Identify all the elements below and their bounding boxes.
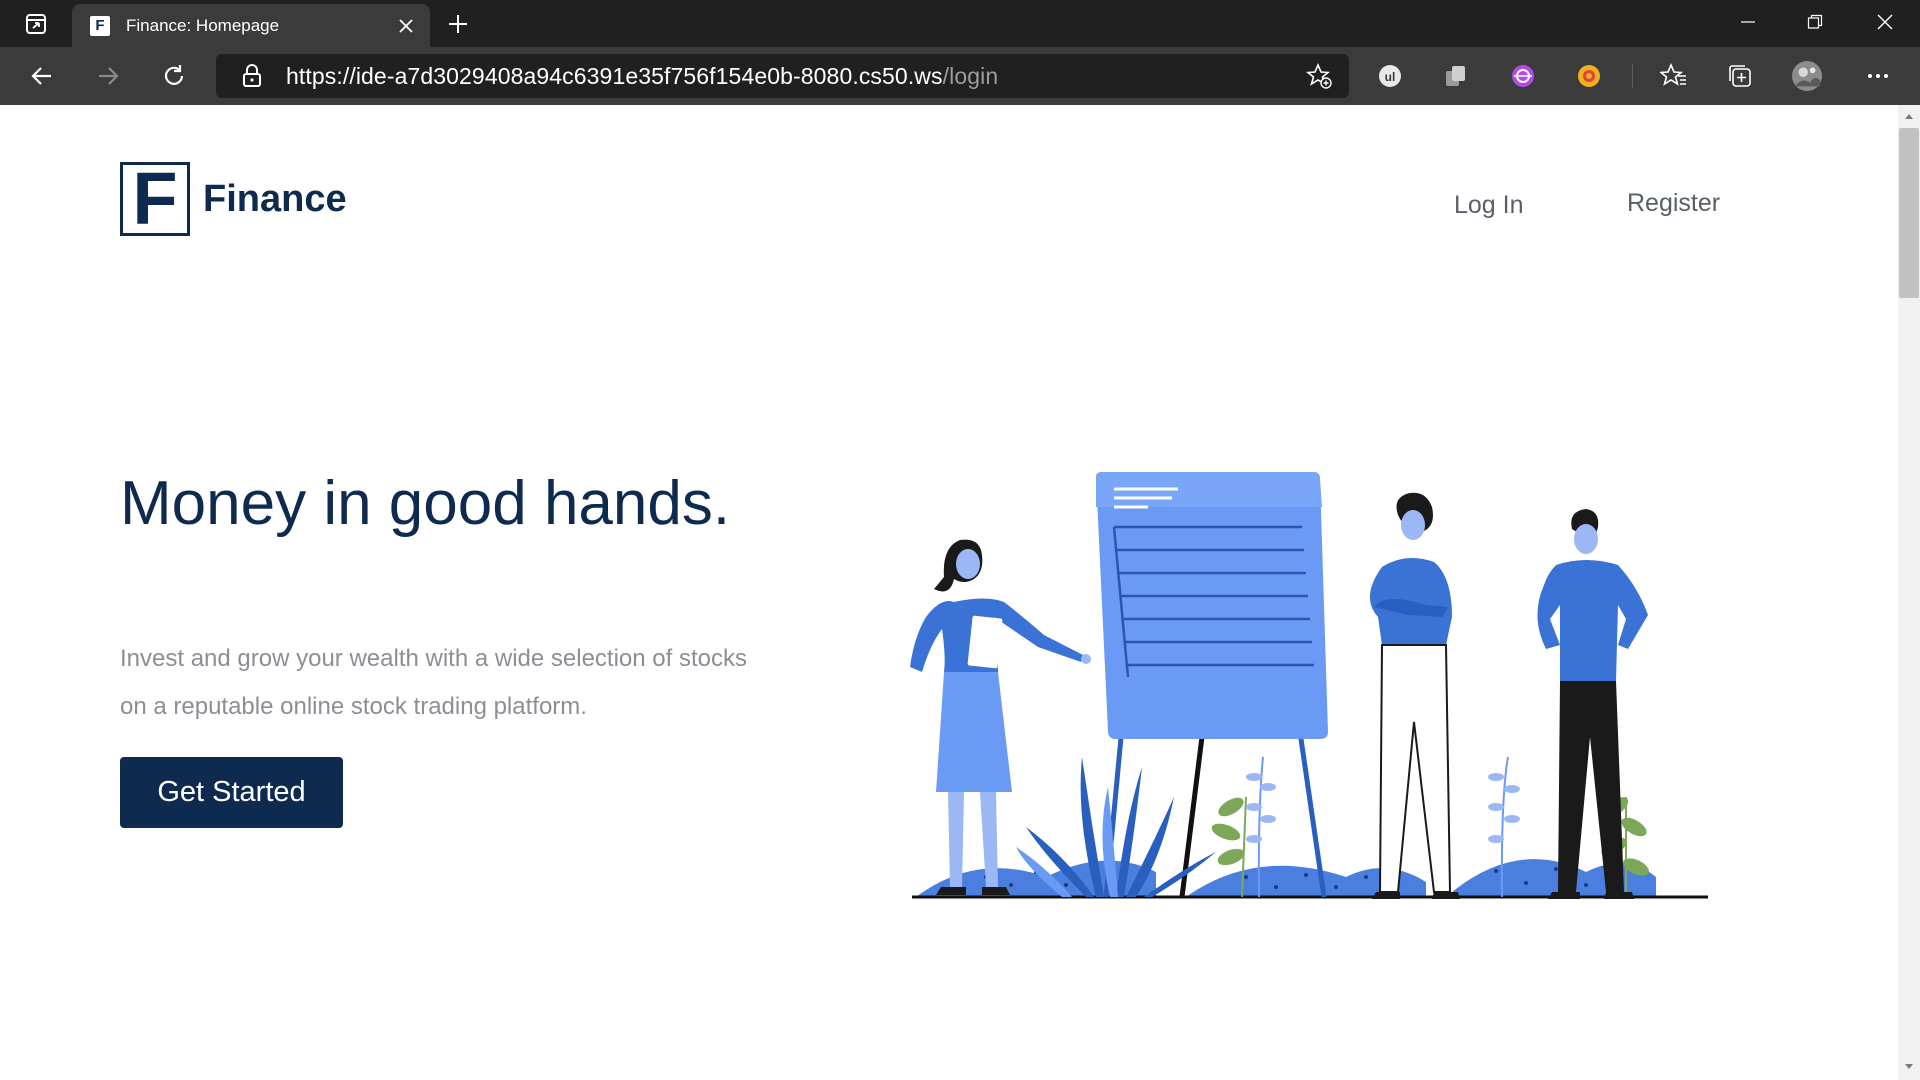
nav-login-link[interactable]: Log In: [1454, 191, 1524, 220]
hero-title: Money in good hands.: [120, 469, 731, 538]
logo-mark: F: [120, 162, 190, 236]
site-logo[interactable]: F Finance: [120, 162, 347, 236]
back-icon[interactable]: [22, 56, 62, 96]
plus-icon[interactable]: [440, 6, 476, 42]
extension-icon[interactable]: ul: [1374, 60, 1406, 92]
page-viewport: F Finance Log In Register Money in good …: [0, 105, 1898, 1080]
restore-icon[interactable]: [1782, 0, 1848, 44]
close-icon[interactable]: [388, 8, 424, 44]
logo-text: Finance: [203, 177, 347, 220]
favorites-icon[interactable]: [1658, 60, 1690, 92]
refresh-icon[interactable]: [154, 56, 194, 96]
url-text: https://ide-a7d3029408a94c6391e35f756f15…: [286, 62, 999, 89]
extension-icon[interactable]: [1507, 60, 1539, 92]
nav-register-link[interactable]: Register: [1627, 189, 1720, 218]
scroll-up-icon[interactable]: [1898, 106, 1920, 126]
profile-avatar[interactable]: [1791, 60, 1823, 92]
tab-actions-icon[interactable]: [14, 9, 58, 39]
tab-strip: F Finance: Homepage: [0, 0, 1920, 47]
address-bar[interactable]: https://ide-a7d3029408a94c6391e35f756f15…: [216, 54, 1349, 98]
tab-title: Finance: Homepage: [126, 15, 280, 35]
scroll-down-icon[interactable]: [1898, 1057, 1920, 1077]
toolbar-separator: [1632, 64, 1633, 88]
extension-icon[interactable]: [1440, 60, 1472, 92]
scroll-thumb[interactable]: [1899, 128, 1919, 298]
collections-icon[interactable]: [1724, 60, 1756, 92]
lock-icon[interactable]: [232, 64, 272, 88]
svg-text:ul: ul: [1385, 70, 1396, 84]
add-favorite-icon[interactable]: [1301, 58, 1337, 94]
favicon: F: [90, 15, 110, 36]
hero-illustration: [910, 472, 1708, 899]
tab-finance-homepage[interactable]: F Finance: Homepage: [72, 4, 430, 47]
hero-subtitle: Invest and grow your wealth with a wide …: [120, 645, 747, 720]
more-icon[interactable]: [1862, 60, 1894, 92]
extension-icon[interactable]: [1573, 60, 1605, 92]
get-started-button[interactable]: Get Started: [120, 757, 343, 828]
forward-icon[interactable]: [88, 56, 128, 96]
minimize-icon[interactable]: [1715, 0, 1781, 44]
close-window-icon[interactable]: [1852, 0, 1918, 44]
browser-toolbar: https://ide-a7d3029408a94c6391e35f756f15…: [0, 47, 1920, 105]
